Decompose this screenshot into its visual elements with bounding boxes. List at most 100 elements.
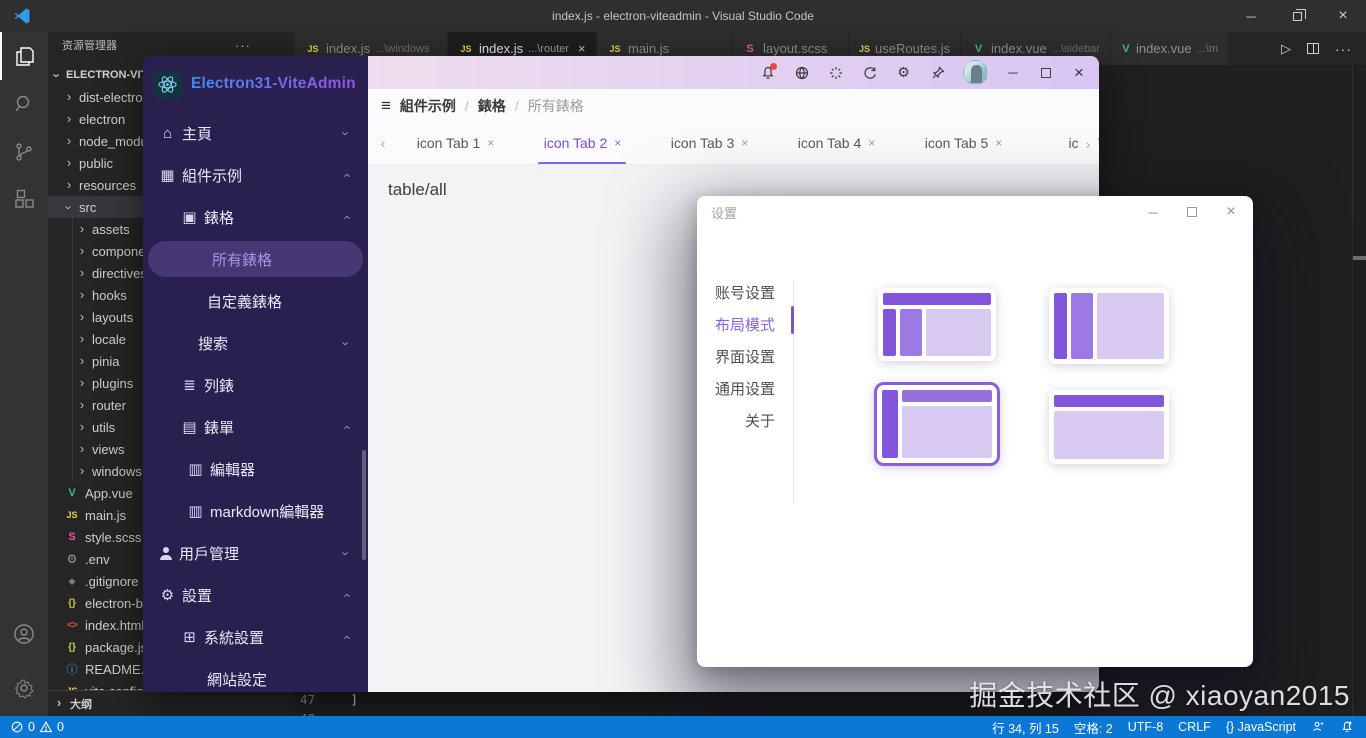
restore-button[interactable] bbox=[1274, 0, 1320, 32]
notifications-bell-icon[interactable] bbox=[1340, 720, 1354, 734]
theme-sparkle-icon[interactable] bbox=[827, 64, 844, 81]
indentation[interactable]: 空格: 2 bbox=[1074, 718, 1113, 737]
close-button[interactable]: × bbox=[1320, 0, 1366, 32]
menu-item-label: 列錶 bbox=[204, 375, 234, 396]
run-icon[interactable]: ▷ bbox=[1281, 41, 1291, 57]
js-file-icon: JS bbox=[305, 44, 321, 54]
language-mode[interactable]: {} JavaScript bbox=[1226, 720, 1296, 734]
app-tab[interactable]: icon Tab 4× bbox=[773, 122, 900, 165]
dialog-maximize-button[interactable] bbox=[1184, 207, 1200, 217]
extensions-icon[interactable] bbox=[0, 176, 48, 224]
sidebar-menu-item[interactable]: 搜索› bbox=[143, 322, 368, 364]
tab-path-hint: ...\m bbox=[1197, 43, 1218, 55]
breadcrumb-item[interactable]: 所有錶格 bbox=[528, 96, 584, 116]
sidebar-menu-item[interactable]: ⊞系統設置› bbox=[143, 616, 368, 658]
close-icon[interactable]: × bbox=[614, 136, 621, 150]
sidebar-menu-item[interactable]: ▥markdown編輯器 bbox=[143, 490, 368, 532]
menu-item-label: 設置 bbox=[182, 585, 212, 606]
explorer-more-icon[interactable]: ··· bbox=[235, 38, 251, 53]
app-sidebar: Electron31-ViteAdmin ⌂主頁›▦組件示例›▣錶格›所有錶格自… bbox=[143, 56, 368, 692]
dialog-menu-item[interactable]: 关于 bbox=[715, 404, 775, 436]
refresh-icon[interactable] bbox=[861, 64, 878, 81]
close-icon[interactable]: × bbox=[868, 136, 875, 150]
breadcrumb-separator: / bbox=[465, 98, 469, 114]
account-icon[interactable] bbox=[0, 610, 48, 658]
breadcrumb-item[interactable]: 組件示例 bbox=[400, 96, 456, 116]
sidebar-menu-item[interactable]: 用戶管理› bbox=[143, 532, 368, 574]
app-tab[interactable]: icon Tab 5× bbox=[900, 122, 1027, 165]
app-brand-title: Electron31-ViteAdmin bbox=[191, 75, 356, 93]
app-tab[interactable]: icon Tab 3 × bbox=[646, 122, 773, 165]
close-icon[interactable]: × bbox=[995, 136, 1002, 150]
layout-thumb-topbar-with-double-sidebar[interactable] bbox=[878, 288, 996, 361]
more-actions-icon[interactable]: ··· bbox=[1335, 41, 1352, 57]
close-icon[interactable]: × bbox=[741, 136, 748, 150]
app-maximize-button[interactable] bbox=[1038, 68, 1054, 78]
dialog-menu-item[interactable]: 布局模式 bbox=[715, 308, 775, 340]
layout-thumb-topbar-only[interactable] bbox=[1049, 390, 1169, 464]
js-file-icon: JS bbox=[64, 510, 80, 520]
sidebar-menu-item[interactable]: 網站設定 bbox=[143, 658, 368, 692]
settings-gear-icon[interactable] bbox=[0, 664, 48, 712]
scss-file-icon: S bbox=[742, 43, 758, 55]
language-globe-icon[interactable] bbox=[793, 64, 810, 81]
sidebar-menu-item[interactable]: ≣列錶 bbox=[143, 364, 368, 406]
eol-sequence[interactable]: CRLF bbox=[1178, 720, 1211, 734]
dialog-titlebar: 设置 ─ × bbox=[697, 196, 1253, 228]
app-tab[interactable]: icon Tab 1× bbox=[392, 122, 519, 165]
app-minimize-button[interactable]: ─ bbox=[1005, 65, 1021, 80]
user-avatar[interactable] bbox=[963, 60, 988, 85]
sidebar-menu-item[interactable]: 所有錶格 bbox=[148, 241, 363, 277]
app-tab[interactable]: icon Tab 2× bbox=[519, 122, 646, 165]
tab-filename: useRoutes.js bbox=[875, 41, 950, 56]
sidebar-menu-item[interactable]: 自定義錶格 bbox=[143, 280, 368, 322]
editor-tab[interactable]: Vindex.vue...\m bbox=[1111, 32, 1229, 65]
dialog-minimize-button[interactable]: ─ bbox=[1145, 205, 1161, 220]
close-icon[interactable]: × bbox=[487, 136, 494, 150]
minimize-button[interactable]: ─ bbox=[1228, 0, 1274, 32]
feedback-person-icon[interactable] bbox=[1311, 720, 1325, 734]
sidebar-menu-item[interactable]: ▤錶單› bbox=[143, 406, 368, 448]
dialog-menu-item[interactable]: 界面设置 bbox=[715, 340, 775, 372]
dialog-menu-item[interactable]: 账号设置 bbox=[715, 276, 775, 308]
watermark-text: 掘金技术社区 @ xiaoyan2015 bbox=[969, 674, 1350, 714]
error-icon bbox=[10, 720, 24, 734]
breadcrumb-item[interactable]: 錶格 bbox=[478, 96, 506, 116]
grid-icon: ▦ bbox=[159, 166, 176, 184]
status-bar: 0 0 行 34, 列 15 空格: 2 UTF-8 CRLF {} JavaS… bbox=[0, 716, 1366, 738]
chevron-right-icon: › bbox=[77, 441, 87, 456]
source-control-icon[interactable] bbox=[0, 128, 48, 176]
split-editor-icon[interactable] bbox=[1307, 43, 1319, 54]
layout-thumb-sidebar-with-topbar[interactable] bbox=[874, 382, 1000, 466]
editor-scrollbar-thumb[interactable] bbox=[1353, 256, 1366, 260]
tabs-scroll-right-icon[interactable]: › bbox=[1079, 136, 1097, 152]
tab-path-hint: ...\sidebar bbox=[1052, 43, 1100, 55]
encoding[interactable]: UTF-8 bbox=[1128, 720, 1163, 734]
dialog-menu-item[interactable]: 通用设置 bbox=[715, 372, 775, 404]
pin-icon[interactable] bbox=[929, 64, 946, 81]
chevron-right-icon: › bbox=[64, 155, 74, 170]
app-settings-gear-icon[interactable]: ⚙ bbox=[895, 64, 912, 81]
breadcrumb: ≡ 組件示例/錶格/所有錶格 bbox=[368, 89, 1099, 122]
outline-section[interactable]: › 大纲 bbox=[48, 690, 295, 716]
app-titlebar: ⚙ ─ × bbox=[368, 56, 1099, 89]
warnings-indicator[interactable]: 0 bbox=[39, 720, 64, 734]
tabs-scroll-left-icon[interactable]: › bbox=[374, 135, 392, 151]
sidebar-menu-item[interactable]: ⌂主頁› bbox=[143, 112, 368, 154]
errors-indicator[interactable]: 0 bbox=[10, 720, 35, 734]
explorer-icon[interactable] bbox=[0, 32, 48, 80]
sidebar-menu-item[interactable]: ▦組件示例› bbox=[143, 154, 368, 196]
cursor-position[interactable]: 行 34, 列 15 bbox=[992, 718, 1059, 737]
layout-thumb-double-sidebar[interactable] bbox=[1049, 288, 1169, 364]
app-close-button[interactable]: × bbox=[1071, 63, 1087, 83]
app-tab-label: icon Tab 3 bbox=[671, 135, 735, 151]
sidebar-menu-item[interactable]: ⚙設置› bbox=[143, 574, 368, 616]
search-icon[interactable] bbox=[0, 80, 48, 128]
sidebar-scrollbar-thumb[interactable] bbox=[362, 450, 366, 560]
close-icon[interactable]: × bbox=[578, 41, 586, 56]
bell-icon[interactable] bbox=[759, 64, 776, 81]
sidebar-menu-item[interactable]: ▣錶格› bbox=[143, 196, 368, 238]
dialog-close-button[interactable]: × bbox=[1223, 203, 1239, 221]
sidebar-menu-item[interactable]: ▥編輯器 bbox=[143, 448, 368, 490]
collapse-menu-icon[interactable]: ≡ bbox=[381, 96, 391, 116]
